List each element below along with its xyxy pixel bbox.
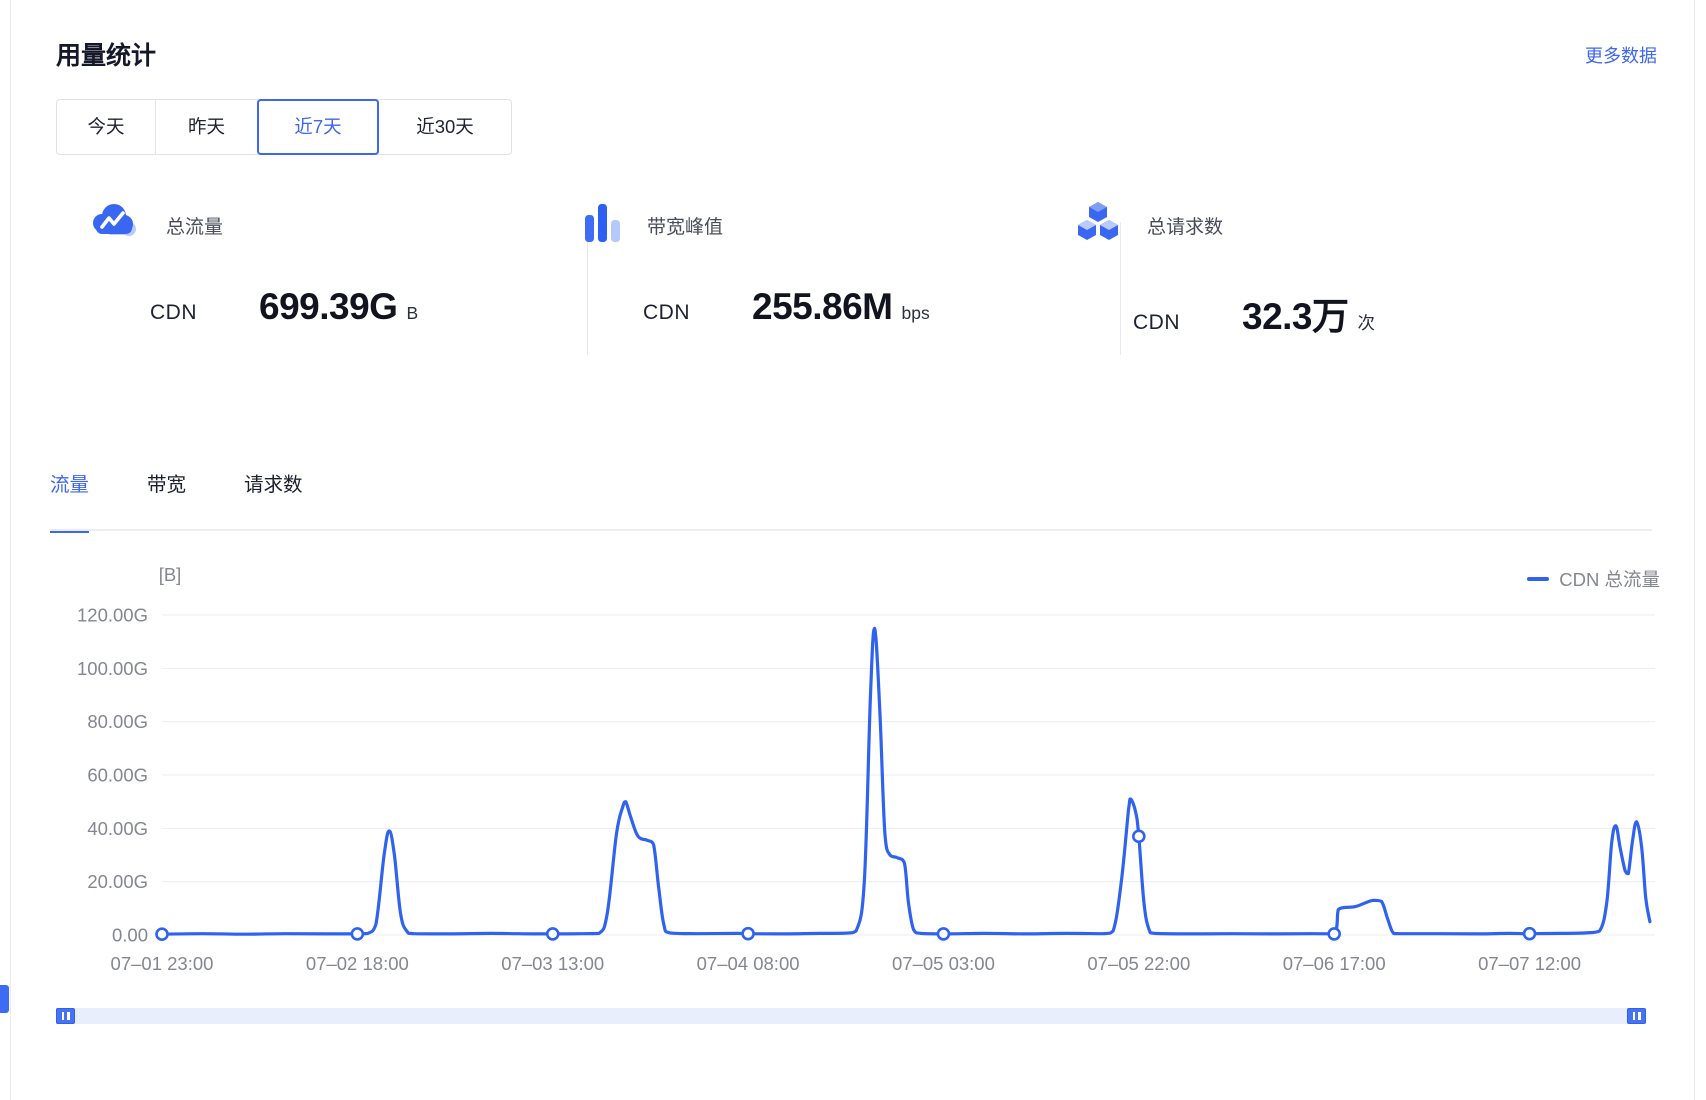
svg-text:40.00G: 40.00G [87, 818, 148, 839]
chart-zoom-slider-track[interactable] [56, 1008, 1646, 1024]
stat-product: CDN [150, 301, 197, 325]
bandwidth-bars-icon [583, 199, 623, 252]
stat-card-total-traffic: 总流量 CDN 699.39G B [90, 200, 520, 328]
range-tab-last-7-days[interactable]: 近7天 [258, 100, 379, 154]
stat-label: 总请求数 [1147, 212, 1223, 239]
stat-card-peak-bandwidth: 带宽峰值 CDN 255.86M bps [583, 200, 1023, 328]
stat-card-total-requests: 总请求数 CDN 32.3万 次 [1073, 200, 1513, 340]
range-tab-yesterday[interactable]: 昨天 [156, 100, 258, 154]
partial-floating-element[interactable] [0, 985, 9, 1013]
svg-text:07–03 13:00: 07–03 13:00 [501, 953, 604, 974]
stat-unit: 次 [1358, 310, 1376, 335]
stat-value: 699.39G [259, 286, 397, 328]
tab-bandwidth[interactable]: 带宽 [147, 468, 186, 533]
stat-value: 32.3万 [1242, 286, 1349, 340]
svg-text:07–02 18:00: 07–02 18:00 [306, 953, 409, 974]
stat-product: CDN [643, 301, 690, 325]
range-tab-last-30-days[interactable]: 近30天 [379, 100, 511, 154]
stat-unit: B [406, 303, 418, 324]
slider-left-handle[interactable] [56, 1008, 75, 1024]
svg-text:60.00G: 60.00G [87, 765, 148, 786]
svg-text:07–05 03:00: 07–05 03:00 [892, 953, 995, 974]
svg-text:07–04 08:00: 07–04 08:00 [697, 953, 800, 974]
tabs-divider-line [50, 529, 1652, 531]
usage-chart-svg: 120.00G 100.00G 80.00G 60.00G 40.00G 20.00G 0.… [0, 550, 1706, 990]
stat-label: 总流量 [166, 212, 223, 239]
more-data-link[interactable]: 更多数据 [1585, 42, 1657, 68]
request-cubes-icon [1073, 199, 1123, 252]
cloud-traffic-icon [90, 199, 142, 252]
svg-text:100.00G: 100.00G [77, 658, 148, 679]
time-range-tabs: 今天 昨天 近7天 近30天 [56, 99, 512, 155]
svg-text:07–05 22:00: 07–05 22:00 [1087, 953, 1190, 974]
svg-text:80.00G: 80.00G [87, 711, 148, 732]
tab-traffic[interactable]: 流量 [50, 468, 89, 533]
slider-right-handle[interactable] [1627, 1008, 1646, 1024]
tab-requests[interactable]: 请求数 [244, 468, 303, 533]
svg-text:120.00G: 120.00G [77, 605, 148, 626]
stat-unit: bps [902, 303, 930, 324]
svg-text:07–07 12:00: 07–07 12:00 [1478, 953, 1581, 974]
stat-product: CDN [1133, 311, 1180, 335]
stat-value: 255.86M [752, 286, 893, 328]
svg-text:0.00: 0.00 [112, 925, 148, 946]
range-tab-today[interactable]: 今天 [57, 100, 156, 154]
svg-text:07–06 17:00: 07–06 17:00 [1283, 953, 1386, 974]
svg-text:20.00G: 20.00G [87, 871, 148, 892]
metric-tabs: 流量 带宽 请求数 [50, 468, 303, 533]
stat-label: 带宽峰值 [647, 212, 723, 239]
svg-text:07–01 23:00: 07–01 23:00 [111, 953, 214, 974]
page-title: 用量统计 [56, 36, 156, 72]
